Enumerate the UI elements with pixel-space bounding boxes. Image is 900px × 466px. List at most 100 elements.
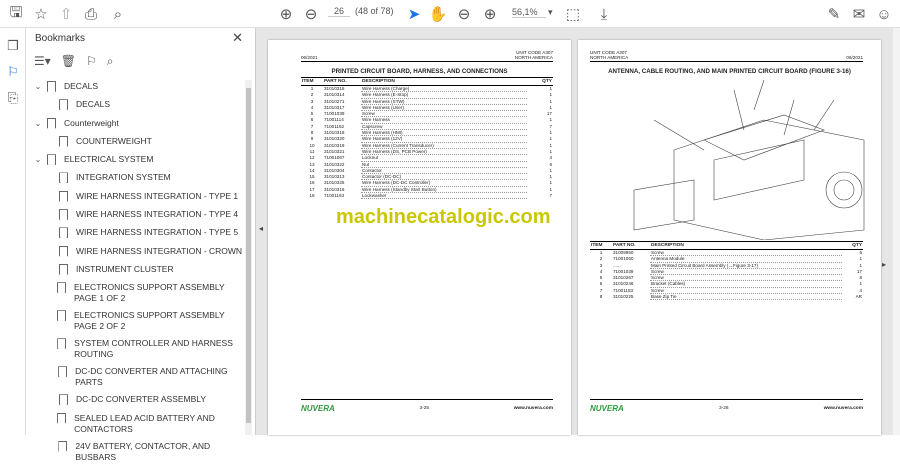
bookmark-icon xyxy=(59,394,68,406)
bookmark-item[interactable]: DC-DC CONVERTER AND ATTACHING PARTS xyxy=(26,363,244,391)
chevron-down-icon[interactable]: ⌄ xyxy=(32,118,44,129)
brand-logo: NUVERA xyxy=(301,404,335,413)
bookmark-item[interactable]: ELECTRONICS SUPPORT ASSEMBLY PAGE 1 OF 2 xyxy=(26,279,244,307)
bookmarks-toolbar: ☰▾ 🗑 ⚐ ⌕ xyxy=(34,54,114,69)
toolbar: 🖫 ☆ ⇧ ⎙ ⌕ ⊕︎ ⊖︎ 26 (48 of 78) ➤ ✋ ⊖ ⊕ 56… xyxy=(0,0,900,28)
previous-page-icon[interactable]: ⊕︎ xyxy=(276,4,296,24)
page-header: UNIT CODE A307 NORTH AMERICA 06/2021 xyxy=(590,50,863,62)
bookmark-label: ELECTRICAL SYSTEM xyxy=(64,154,154,165)
document-scrollbar[interactable] xyxy=(893,28,900,435)
page-fit-icon[interactable]: ⬚ xyxy=(563,4,583,24)
table-row: 18 71001163 Lockwasher 7 xyxy=(301,192,553,200)
bookmark-item[interactable]: INTEGRATION SYSTEM xyxy=(26,169,244,187)
table-cell: AR xyxy=(855,294,862,300)
page-number: 3-25 xyxy=(419,406,430,411)
bookmark-icon xyxy=(59,99,68,111)
table-cell: 8 xyxy=(599,294,603,300)
page-title: PRINTED CIRCUIT BOARD, HARNESS, AND CONN… xyxy=(331,68,508,75)
bookmark-label: DECALS xyxy=(64,81,99,91)
bookmark-item[interactable]: SYSTEM CONTROLLER AND HARNESS ROUTING xyxy=(26,335,244,363)
bookmark-icon xyxy=(47,154,56,166)
column-header: DESCRIPTION xyxy=(650,241,843,250)
zoom-value: 56,1% xyxy=(512,7,546,18)
upload-cloud-icon[interactable]: ⇧ xyxy=(56,4,76,24)
page-left: 06/2021 UNIT CODE A307 NORTH AMERICA PRIN… xyxy=(268,40,571,435)
table-header-row: ITEM PART NO. DESCRIPTION QTY xyxy=(590,241,863,250)
left-nav-strip: ❐ ⚐ ⎘ xyxy=(0,28,26,435)
column-header: ITEM xyxy=(301,77,323,86)
page-footer: NUVERA 3-26 www.nuvera.com xyxy=(590,399,863,413)
date: 06/2021 xyxy=(301,55,318,60)
bookmarks-panel-icon[interactable]: ⚐ xyxy=(3,62,23,82)
search-icon[interactable]: ⌕ xyxy=(108,4,128,24)
bookmark-item[interactable]: INSTRUMENT CLUSTER xyxy=(26,261,244,279)
bookmark-item[interactable]: DECALS xyxy=(26,96,244,114)
column-header: QTY xyxy=(527,77,553,86)
bookmarks-panel: Bookmarks ✕ ☰▾ 🗑 ⚐ ⌕ ⌄ DECALS DECALS ⌄ Count… xyxy=(26,28,256,462)
bookmark-item[interactable]: WIRE HARNESS INTEGRATION - TYPE 1 xyxy=(26,188,244,206)
bookmark-item[interactable]: DC-DC CONVERTER ASSEMBLY xyxy=(26,391,244,409)
date: 06/2021 xyxy=(846,55,863,60)
bookmark-icon xyxy=(59,263,68,275)
bookmark-item[interactable]: ELECTRONICS SUPPORT ASSEMBLY PAGE 2 OF 2 xyxy=(26,307,244,335)
delete-icon[interactable]: 🗑 xyxy=(61,54,76,69)
bookmark-item[interactable]: ⌄ Counterweight xyxy=(26,115,244,133)
table-row: 8 31010225 Base Zip Tie AR xyxy=(590,293,863,301)
page-number-field[interactable]: 26 (48 of 78) xyxy=(328,6,394,17)
save-icon[interactable]: 🖫 xyxy=(6,4,26,24)
scrollbar-thumb[interactable] xyxy=(246,88,251,423)
bookmark-icon xyxy=(57,412,67,424)
zoom-out-icon[interactable]: ⊖ xyxy=(454,4,474,24)
bookmark-item[interactable]: WIRE HARNESS INTEGRATION - TYPE 5 xyxy=(26,224,244,242)
new-bookmark-icon[interactable]: ⚐ xyxy=(86,54,97,69)
table-header-row: ITEM PART NO. DESCRIPTION QTY xyxy=(301,77,553,86)
print-icon[interactable]: ⎙ xyxy=(81,4,101,24)
bookmark-icon xyxy=(59,172,68,184)
bookmark-item[interactable]: ⌄ DECALS xyxy=(26,78,244,96)
hand-tool-icon[interactable]: ✋ xyxy=(428,4,448,24)
select-cursor-icon[interactable]: ➤ xyxy=(404,4,424,24)
bookmarks-title: Bookmarks xyxy=(35,33,86,44)
column-header: QTY xyxy=(842,241,863,250)
page-current-input[interactable]: 26 xyxy=(328,6,351,17)
bookmark-search-icon[interactable]: ⌕ xyxy=(107,54,114,69)
bookmark-label: DECALS xyxy=(76,99,111,110)
previous-page-arrow-icon[interactable]: ◂ xyxy=(259,224,263,233)
chevron-down-icon[interactable]: ⌄ xyxy=(32,81,44,92)
bookmark-label: COUNTERWEIGHT xyxy=(76,135,152,146)
close-icon[interactable]: ✕ xyxy=(232,30,243,46)
scroll-mode-icon[interactable]: ⤓ xyxy=(594,4,614,24)
bookmark-icon xyxy=(56,282,66,294)
bookmark-item[interactable]: WIRE HARNESS INTEGRATION - CROWN xyxy=(26,243,244,261)
bookmark-icon xyxy=(59,245,68,257)
page-title: ANTENNA, CABLE ROUTING, AND MAIN PRINTED… xyxy=(608,68,851,75)
column-header: PART NO. xyxy=(323,77,361,86)
next-page-arrow-icon[interactable]: ▸ xyxy=(882,260,886,269)
bookmark-item[interactable]: 24V BATTERY, CONTACTOR, AND BUSBARS xyxy=(26,438,244,466)
bookmark-item[interactable]: WIRE HARNESS INTEGRATION - TYPE 4 xyxy=(26,206,244,224)
mail-icon[interactable]: ✉ xyxy=(849,4,869,24)
bookmark-icon xyxy=(59,209,68,221)
attachments-icon[interactable]: ⎘ xyxy=(3,88,23,108)
bookmark-star-icon[interactable]: ☆ xyxy=(31,4,51,24)
bookmark-label: ELECTRONICS SUPPORT ASSEMBLY PAGE 2 OF 2 xyxy=(73,310,225,332)
bookmark-item[interactable]: ⌄ ELECTRICAL SYSTEM xyxy=(26,151,244,169)
zoom-level-select[interactable]: 56,1% ▾ xyxy=(512,7,553,18)
bookmark-label: ELECTRONICS SUPPORT ASSEMBLY PAGE 1 OF 2 xyxy=(73,282,225,304)
region: NORTH AMERICA xyxy=(514,55,553,60)
bookmark-label: DC-DC CONVERTER AND ATTACHING PARTS xyxy=(75,366,228,388)
chevron-down-icon[interactable]: ⌄ xyxy=(32,154,44,165)
bookmark-item[interactable]: COUNTERWEIGHT xyxy=(26,133,244,151)
bookmarks-scrollbar[interactable] xyxy=(245,80,252,435)
footer-url: www.nuvera.com xyxy=(823,406,863,411)
share-user-icon[interactable]: ☺ xyxy=(874,4,894,24)
column-header: DESCRIPTION xyxy=(361,77,528,86)
bookmark-item[interactable]: SEALED LEAD ACID BATTERY AND CONTACTORS xyxy=(26,410,244,438)
fill-sign-icon[interactable]: ✎ xyxy=(824,4,844,24)
bookmark-icon xyxy=(57,338,67,350)
options-menu-icon[interactable]: ☰▾ xyxy=(34,54,51,69)
next-page-icon[interactable]: ⊖︎ xyxy=(301,4,321,24)
page-footer: NUVERA 3-25 www.nuvera.com xyxy=(301,399,553,413)
zoom-in-icon[interactable]: ⊕ xyxy=(480,4,500,24)
pages-thumbnail-icon[interactable]: ❐ xyxy=(3,36,23,56)
